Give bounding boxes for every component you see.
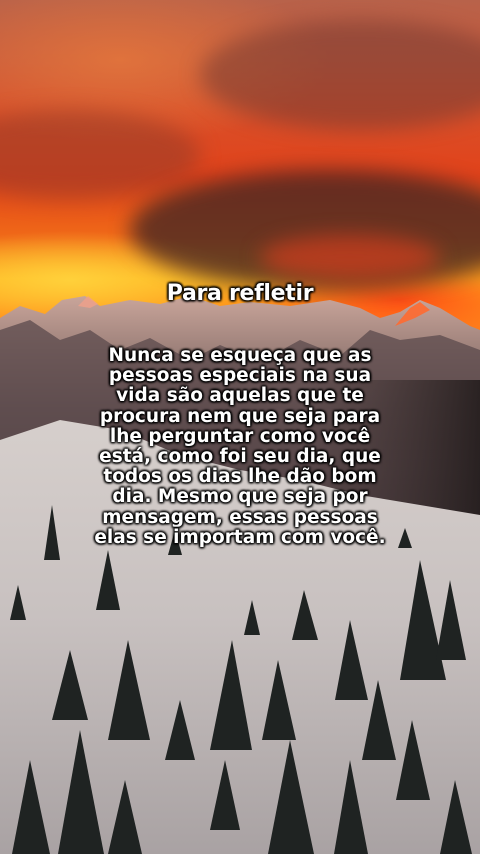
post-title: Para refletir [166, 281, 314, 306]
post-body: Nunca se esqueça que as pessoas especiai… [94, 345, 386, 548]
background-scene: Para refletir Nunca se esqueça que as pe… [0, 0, 480, 854]
